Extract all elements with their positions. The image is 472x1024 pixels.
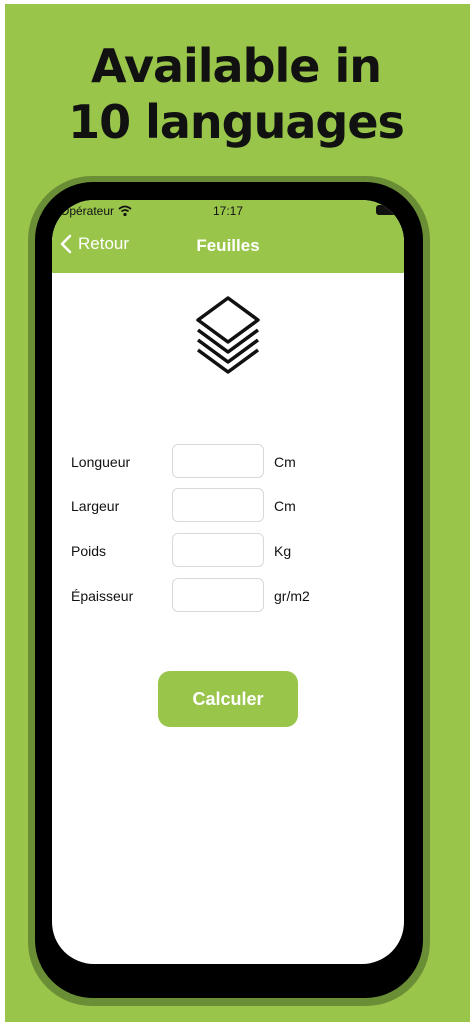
form-row-longueur: Longueur Cm (52, 444, 404, 482)
headline-line-2: 10 languages (68, 95, 405, 149)
form-row-epaisseur: Épaisseur gr/m2 (52, 578, 404, 616)
longueur-label: Longueur (71, 454, 131, 470)
headline-line-1: Available in (91, 39, 382, 93)
poids-input[interactable] (172, 533, 264, 567)
largeur-label: Largeur (71, 498, 120, 514)
status-time: 17:17 (212, 204, 244, 218)
poids-label: Poids (71, 543, 107, 559)
app-screen: Opérateur 17:17 Retour Feuilles Longueur… (52, 200, 404, 964)
longueur-unit: Cm (274, 454, 296, 470)
epaisseur-unit: gr/m2 (274, 588, 310, 604)
nav-title: Feuilles (196, 236, 260, 255)
form-row-poids: Poids Kg (52, 533, 404, 571)
battery-icon (376, 205, 398, 215)
promo-headline: Available in 10 languages (0, 38, 472, 150)
epaisseur-input[interactable] (172, 578, 264, 612)
largeur-input[interactable] (172, 488, 264, 522)
epaisseur-label: Épaisseur (71, 588, 134, 604)
layers-icon (196, 296, 260, 374)
largeur-unit: Cm (274, 498, 296, 514)
calculate-button[interactable]: Calculer (158, 671, 298, 727)
poids-unit: Kg (274, 543, 292, 559)
form-row-largeur: Largeur Cm (52, 488, 404, 526)
app-header: Opérateur 17:17 Retour Feuilles (52, 200, 404, 273)
longueur-input[interactable] (172, 444, 264, 478)
